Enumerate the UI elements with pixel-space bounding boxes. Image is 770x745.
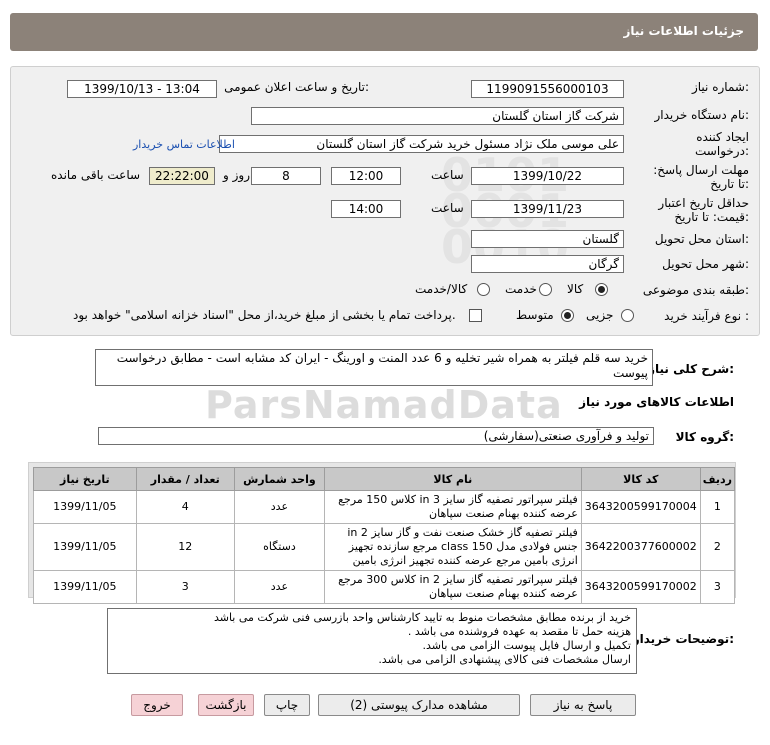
- buyer-contact-link[interactable]: اطلاعات تماس خریدار: [133, 138, 235, 151]
- deadline-label: مهلت ارسال پاسخ: تا تاریخ:: [653, 163, 749, 191]
- col-name: نام کالا: [323, 467, 582, 491]
- row-date: 1399/11/05: [33, 523, 137, 571]
- validity-date-field: 1399/11/23: [471, 200, 624, 218]
- goods-table: ردیف کد کالا نام کالا واحد شمارش تعداد /…: [33, 467, 736, 604]
- remaining-time-field: 22:22:00: [149, 167, 215, 185]
- goods-section-title: اطلاعات کالاهای مورد نیاز: [579, 395, 734, 409]
- row-name: فیلتر سپراتور تصفیه گاز سایز in 3 کلاس 1…: [323, 490, 582, 524]
- note-line: تکمیل و ارسال فایل پیوست الزامی می باشد.: [422, 639, 631, 652]
- row-qty: 3: [135, 570, 235, 604]
- category-goods-radio[interactable]: [595, 283, 608, 296]
- back-button[interactable]: بازگشت: [198, 694, 254, 716]
- deadline-time-label: ساعت: [431, 168, 464, 182]
- buyer-notes: خرید از برنده مطابق مشخصات منوط به تایید…: [107, 608, 637, 674]
- row-code: 3642200377600002: [580, 523, 701, 571]
- validity-time-label: ساعت: [431, 201, 464, 215]
- col-qty: تعداد / مقدار: [135, 467, 235, 491]
- category-goods-service-label: کالا/خدمت: [415, 282, 468, 296]
- row-unit: دستگاه: [233, 523, 325, 571]
- row-unit: عدد: [233, 570, 325, 604]
- treasury-checkbox[interactable]: [469, 309, 482, 322]
- process-minor-radio[interactable]: [621, 309, 634, 322]
- note-line: خرید از برنده مطابق مشخصات منوط به تایید…: [213, 611, 631, 624]
- view-attachments-button[interactable]: مشاهده مدارک پیوستی (2): [318, 694, 520, 716]
- process-label: نوع فرآیند خرید :: [664, 309, 749, 323]
- row-index: 1: [699, 490, 736, 524]
- buyer-label: نام دستگاه خریدار:: [654, 108, 750, 122]
- row-code: 3643200599170004: [580, 490, 701, 524]
- description-label: شرح کلی نیاز:: [648, 362, 734, 376]
- col-code: کد کالا: [580, 467, 701, 491]
- validity-label: حداقل تاریخ اعتبار قیمت: تا تاریخ:: [658, 196, 749, 224]
- category-goods-label: کالا: [567, 282, 584, 296]
- description-text: خرید سه قلم فیلتر به همراه شیر تخلیه و 6…: [95, 349, 653, 386]
- announce-field: 1399/10/13 - 13:04: [67, 80, 217, 98]
- creator-field: علی موسی ملک نژاد مسئول خرید شرکت گاز اس…: [219, 135, 624, 153]
- process-medium-radio[interactable]: [561, 309, 574, 322]
- print-button[interactable]: چاپ: [264, 694, 310, 716]
- col-unit: واحد شمارش: [233, 467, 325, 491]
- days-label: روز و: [223, 168, 250, 182]
- row-name: فیلتر تصفیه گاز خشک صنعت نفت و گاز سایز …: [323, 523, 582, 571]
- deadline-time-field: 12:00: [331, 167, 401, 185]
- table-row: 1 3643200599170004 فیلتر سپراتور تصفیه گ…: [33, 490, 736, 524]
- col-index: ردیف: [699, 467, 736, 491]
- row-qty: 4: [135, 490, 235, 524]
- goods-table-container: ردیف کد کالا نام کالا واحد شمارش تعداد /…: [28, 462, 736, 604]
- table-row: 3 3643200599170002 فیلتر سپراتور تصفیه گ…: [33, 570, 736, 604]
- row-name: فیلتر سپراتور تصفیه گاز سایز in 2 کلاس 3…: [323, 570, 582, 604]
- process-medium-label: متوسط: [516, 308, 554, 322]
- category-service-radio[interactable]: [539, 283, 552, 296]
- goods-group-label: گروه کالا:: [675, 430, 734, 444]
- days-field: 8: [251, 167, 321, 185]
- treasury-note: پرداخت تمام یا بخشی از مبلغ خرید،از محل …: [73, 308, 456, 322]
- row-code: 3643200599170002: [580, 570, 701, 604]
- need-info-panel: 010100010010 شماره نیاز: 119909155600010…: [10, 66, 760, 336]
- note-line: هزینه حمل تا مقصد به عهده فروشنده می باش…: [407, 625, 631, 638]
- category-label: طبقه بندی موضوعی:: [642, 283, 749, 297]
- buyer-field: شرکت گاز استان گلستان: [251, 107, 624, 125]
- watermark-brand: ParsNamadData: [205, 383, 563, 427]
- category-service-label: خدمت: [505, 282, 537, 296]
- table-row: 2 3642200377600002 فیلتر تصفیه گاز خشک ص…: [33, 523, 736, 571]
- row-date: 1399/11/05: [33, 570, 137, 604]
- row-unit: عدد: [233, 490, 325, 524]
- row-index: 3: [699, 570, 736, 604]
- row-index: 2: [699, 523, 736, 571]
- reply-button[interactable]: پاسخ به نیاز: [530, 694, 636, 716]
- page-header: جزئیات اطلاعات نیاز: [10, 13, 758, 51]
- category-goods-service-radio[interactable]: [477, 283, 490, 296]
- creator-label: ایجاد کننده درخواست:: [695, 130, 749, 158]
- col-date: تاریخ نیاز: [33, 467, 137, 491]
- city-label: شهر محل تحویل:: [662, 257, 749, 271]
- need-number-field: 1199091556000103: [471, 80, 624, 98]
- validity-time-field: 14:00: [331, 200, 401, 218]
- province-label: استان محل تحویل:: [654, 232, 749, 246]
- province-field: گلستان: [471, 230, 624, 248]
- process-minor-label: جزیی: [586, 308, 614, 322]
- remaining-time-label: ساعت باقی مانده: [51, 168, 141, 182]
- page-title: جزئیات اطلاعات نیاز: [623, 24, 744, 38]
- announce-label: تاریخ و ساعت اعلان عمومی:: [224, 80, 369, 94]
- need-number-label: شماره نیاز:: [691, 80, 749, 94]
- deadline-date-field: 1399/10/22: [471, 167, 624, 185]
- note-line: ارسال مشخصات فنی کالای پیشنهادی الزامی م…: [378, 653, 631, 666]
- exit-button[interactable]: خروج: [131, 694, 183, 716]
- goods-group-field: تولید و فرآوری صنعتی(سفارشی): [98, 427, 654, 445]
- city-field: گرگان: [471, 255, 624, 273]
- row-qty: 12: [135, 523, 235, 571]
- buyer-notes-label: توضیحات خریدار:: [632, 632, 734, 646]
- row-date: 1399/11/05: [33, 490, 137, 524]
